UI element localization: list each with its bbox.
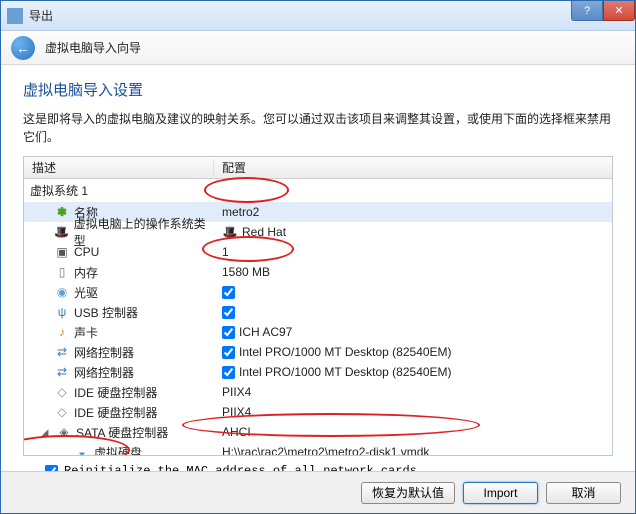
table-row[interactable]: ♪声卡 ICH AC97 [24, 322, 612, 342]
arrow-left-icon: ← [16, 40, 30, 56]
table-row[interactable]: ▣ CPU 1 [24, 242, 612, 262]
row-label: 网络控制器 [74, 344, 134, 361]
table-row[interactable]: ◇IDE 硬盘控制器 PIIX4 [24, 382, 612, 402]
redhat-icon: 🎩 [222, 224, 238, 240]
net-icon: ⇄ [54, 364, 70, 380]
row-label: IDE 硬盘控制器 [74, 384, 157, 401]
cancel-button[interactable]: 取消 [546, 482, 621, 504]
row-label: CPU [74, 245, 99, 259]
row-value: Intel PRO/1000 MT Desktop (82540EM) [239, 365, 452, 379]
row-label: SATA 硬盘控制器 [76, 424, 168, 441]
app-icon [7, 8, 23, 24]
table-row[interactable]: ◇IDE 硬盘控制器 PIIX4 [24, 402, 612, 422]
row-label: 虚拟硬盘 [94, 444, 142, 457]
row-checkbox[interactable] [222, 286, 235, 299]
table-row[interactable]: ▯内存 1580 MB [24, 262, 612, 282]
titlebar: 导出 ? ✕ [1, 1, 635, 31]
row-label: 声卡 [74, 324, 98, 341]
close-button[interactable]: ✕ [603, 1, 635, 21]
row-label: 网络控制器 [74, 364, 134, 381]
row-value: metro2 [222, 205, 259, 219]
row-value: Red Hat [242, 225, 286, 239]
row-value: H:\\rac\rac2\metro2\metro2-disk1.vmdk [222, 445, 429, 456]
row-value: ICH AC97 [239, 325, 292, 339]
cpu-icon: ▣ [54, 244, 70, 260]
sound-icon: ♪ [54, 324, 70, 340]
group-row[interactable]: 虚拟系统 1 [24, 179, 612, 202]
row-checkbox[interactable] [222, 326, 235, 339]
restore-defaults-button[interactable]: 恢复为默认值 [361, 482, 455, 504]
ide-icon: ◇ [54, 404, 70, 420]
sata-icon: ◈ [56, 424, 72, 440]
table-row[interactable]: ◉光驱 [24, 282, 612, 302]
import-button[interactable]: Import [463, 482, 538, 504]
table-row[interactable]: ⇄网络控制器 Intel PRO/1000 MT Desktop (82540EM… [24, 342, 612, 362]
row-value: AHCI [222, 425, 251, 439]
wizard-header: ← 虚拟电脑导入向导 [1, 31, 635, 65]
table-row[interactable]: ⇄网络控制器 Intel PRO/1000 MT Desktop (82540EM… [24, 362, 612, 382]
row-value: PIIX4 [222, 385, 251, 399]
settings-table: 描述 配置 虚拟系统 1 ❃名称metro2🎩虚拟电脑上的操作系统类型🎩Red … [23, 156, 613, 456]
page-description: 这是即将导入的虚拟电脑及建议的映射关系。您可以通过双击该项目来调整其设置，或使用… [23, 110, 613, 146]
disk-icon: ◒ [74, 444, 90, 456]
redhat-icon: 🎩 [54, 224, 70, 240]
row-value: 1580 MB [222, 265, 270, 279]
titlebar-text: 导出 [29, 7, 53, 24]
row-label: 内存 [74, 264, 98, 281]
table-row[interactable]: ◢ ◈SATA 硬盘控制器 AHCI [24, 422, 612, 442]
col-description[interactable]: 描述 [24, 159, 214, 176]
page-title: 虚拟电脑导入设置 [23, 79, 613, 100]
row-checkbox[interactable] [222, 306, 235, 319]
row-checkbox[interactable] [222, 346, 235, 359]
row-value: Intel PRO/1000 MT Desktop (82540EM) [239, 345, 452, 359]
row-label: IDE 硬盘控制器 [74, 404, 157, 421]
usb-icon: ψ [54, 304, 70, 320]
expand-toggle-icon[interactable]: ◢ [40, 427, 50, 438]
table-row[interactable]: ψUSB 控制器 [24, 302, 612, 322]
back-button[interactable]: ← [11, 36, 35, 60]
row-value: PIIX4 [222, 405, 251, 419]
button-bar: 恢复为默认值 Import 取消 [1, 471, 635, 513]
ide-icon: ◇ [54, 384, 70, 400]
table-row[interactable]: ◒ 虚拟硬盘 H:\\rac\rac2\metro2\metro2-disk1.vm… [24, 442, 612, 456]
wizard-title: 虚拟电脑导入向导 [45, 39, 141, 56]
help-button[interactable]: ? [571, 1, 603, 21]
col-config[interactable]: 配置 [214, 159, 612, 176]
row-checkbox[interactable] [222, 366, 235, 379]
net-icon: ⇄ [54, 344, 70, 360]
cd-icon: ◉ [54, 284, 70, 300]
row-label: 光驱 [74, 284, 98, 301]
table-row[interactable]: 🎩虚拟电脑上的操作系统类型🎩Red Hat [24, 222, 612, 242]
row-value: 1 [222, 245, 229, 259]
mem-icon: ▯ [54, 264, 70, 280]
row-label: USB 控制器 [74, 304, 138, 321]
